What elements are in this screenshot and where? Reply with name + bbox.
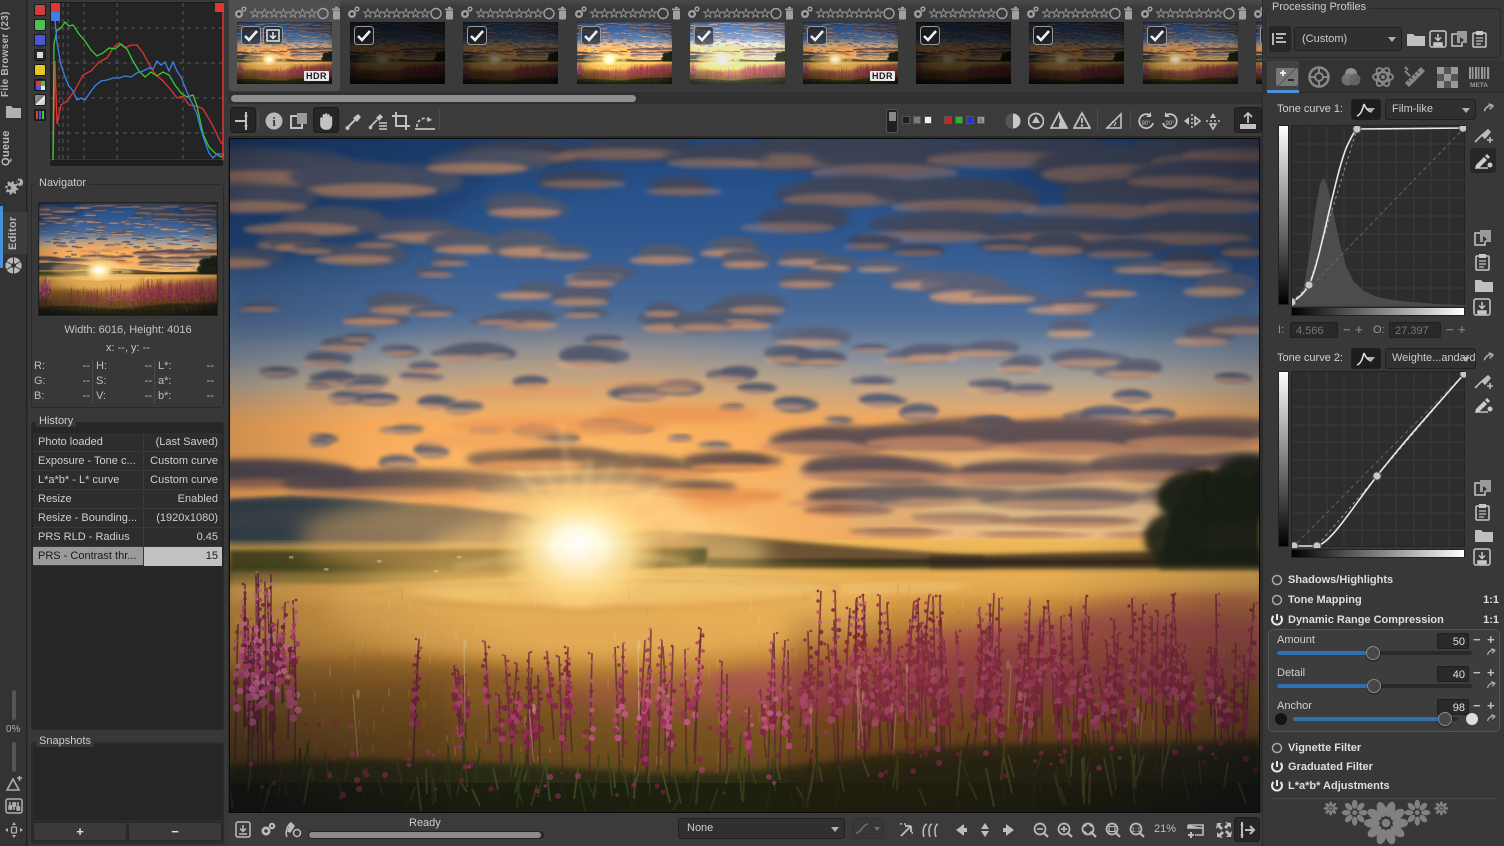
- svg-text:i: i: [272, 114, 276, 129]
- svg-text:90°: 90°: [1165, 121, 1175, 127]
- svg-text:90°: 90°: [1141, 121, 1151, 127]
- svg-text:META: META: [1470, 82, 1488, 89]
- svg-text:1:1: 1:1: [1131, 827, 1141, 834]
